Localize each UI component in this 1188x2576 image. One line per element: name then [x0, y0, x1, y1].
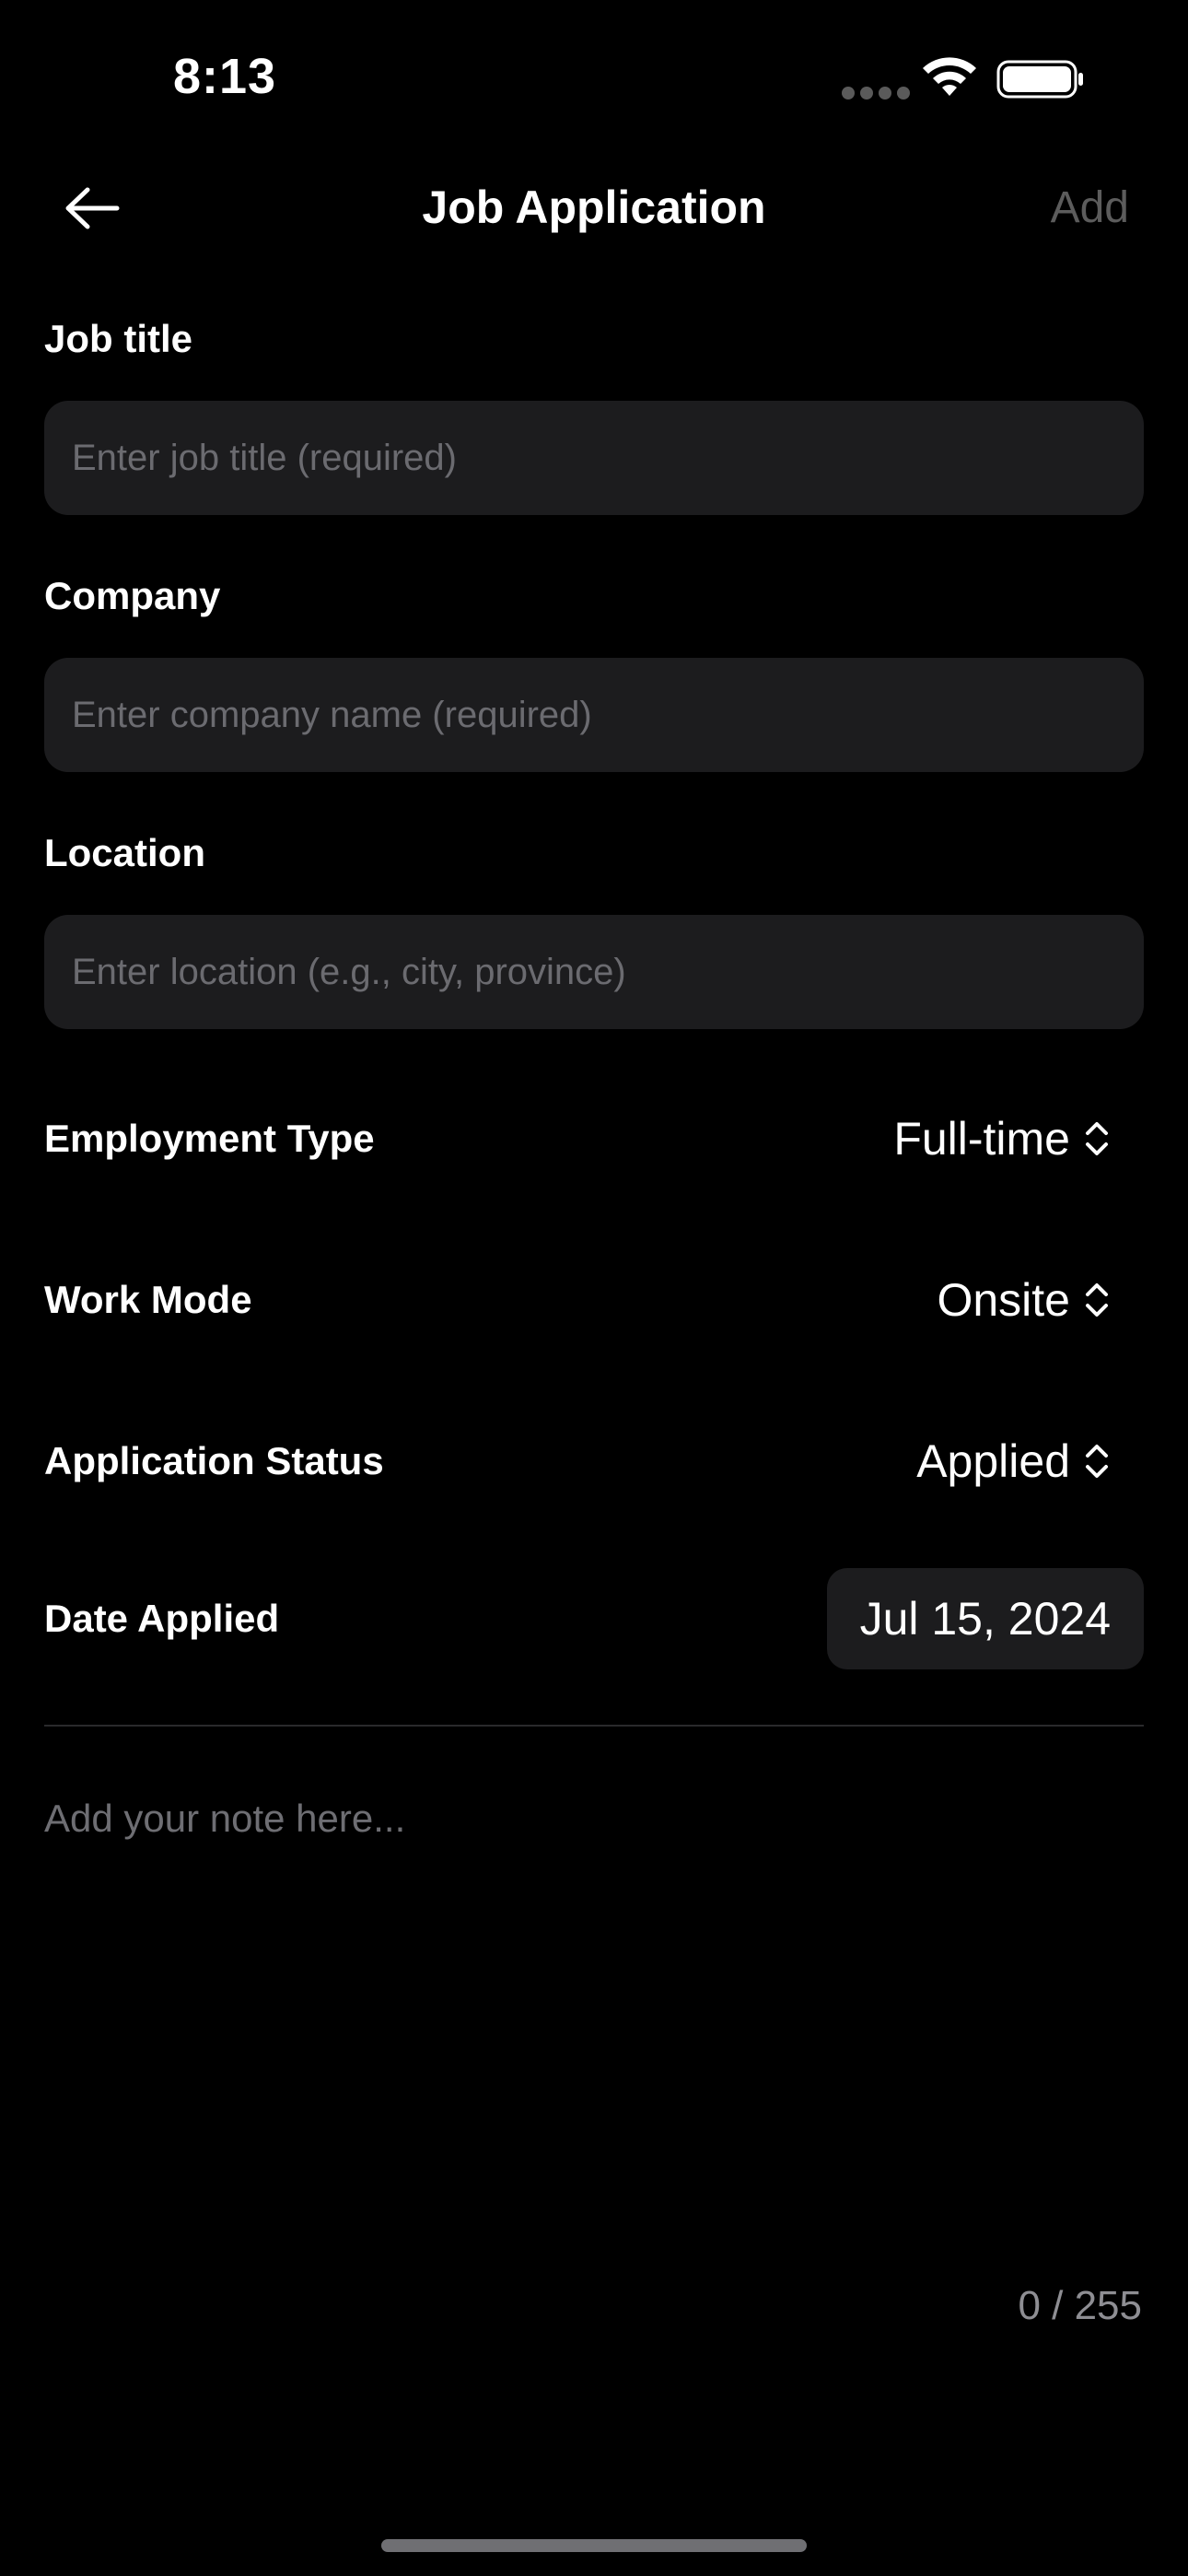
job-title-label: Job title — [44, 317, 193, 360]
location-label: Location — [44, 831, 205, 874]
note-character-counter: 0 / 255 — [1018, 2283, 1142, 2328]
job-title-input[interactable] — [44, 401, 1144, 515]
application-status-label: Application Status — [44, 1439, 384, 1482]
arrow-left-icon — [65, 187, 120, 229]
navigation-bar: Job Application Add — [0, 166, 1188, 249]
work-mode-row: Work Mode Onsite — [44, 1254, 1144, 1346]
add-button[interactable]: Add — [1051, 182, 1129, 233]
work-mode-picker[interactable]: Onsite — [937, 1273, 1144, 1327]
employment-type-value: Full-time — [893, 1113, 1070, 1165]
application-status-picker[interactable]: Applied — [916, 1434, 1144, 1488]
chevron-up-down-icon — [1086, 1445, 1108, 1478]
divider — [44, 1725, 1144, 1727]
date-applied-label: Date Applied — [44, 1597, 280, 1640]
chevron-up-down-icon — [1086, 1122, 1108, 1155]
company-input[interactable] — [44, 658, 1144, 772]
battery-icon — [996, 60, 1083, 99]
employment-type-row: Employment Type Full-time — [44, 1093, 1144, 1185]
chevron-up-down-icon — [1086, 1283, 1108, 1317]
date-applied-row: Date Applied Jul 15, 2024 — [44, 1568, 1144, 1669]
application-status-value: Applied — [916, 1435, 1070, 1487]
back-button[interactable] — [55, 182, 129, 234]
status-bar: 8:13 — [0, 0, 1188, 157]
employment-type-label: Employment Type — [44, 1117, 375, 1160]
status-time: 8:13 — [173, 49, 277, 104]
work-mode-label: Work Mode — [44, 1278, 252, 1321]
wifi-icon — [923, 57, 976, 96]
company-label: Company — [44, 574, 221, 617]
date-applied-picker[interactable]: Jul 15, 2024 — [826, 1568, 1144, 1669]
cellular-signal-icon — [842, 87, 912, 100]
employment-type-picker[interactable]: Full-time — [893, 1112, 1144, 1165]
application-status-row: Application Status Applied — [44, 1415, 1144, 1507]
page-title: Job Application — [422, 181, 766, 233]
work-mode-value: Onsite — [937, 1274, 1070, 1326]
location-input[interactable] — [44, 915, 1144, 1029]
home-indicator[interactable] — [381, 2539, 807, 2552]
note-textarea[interactable] — [44, 1797, 1144, 2202]
